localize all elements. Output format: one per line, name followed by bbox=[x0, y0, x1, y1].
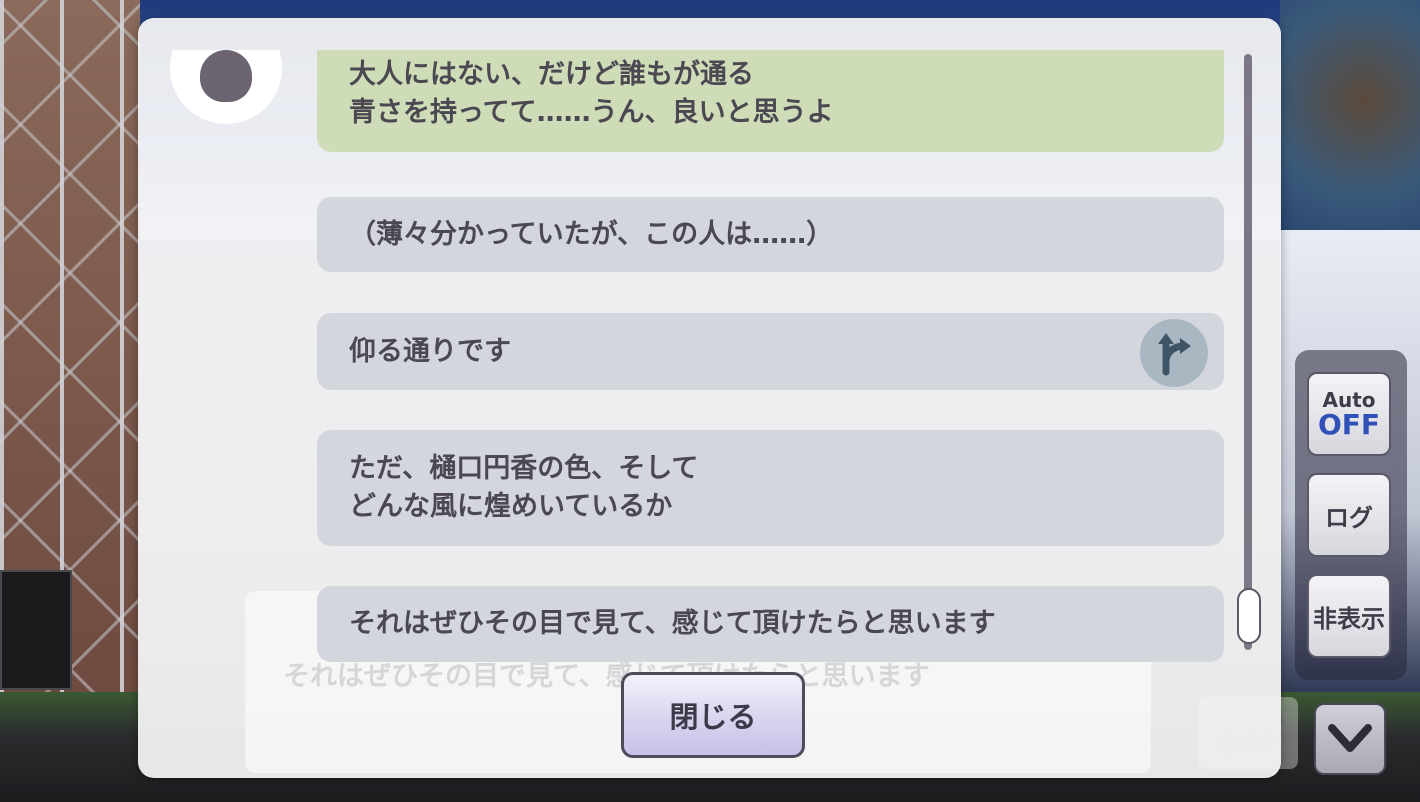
log-entry-speaker: 大人にはない、だけど誰もが通る 青さを持ってて……うん、良いと思うよ bbox=[317, 50, 1224, 152]
log-entry-line: ただ、樋口円香の色、そして どんな風に煌めいているか bbox=[317, 430, 1224, 546]
log-entry-text: （薄々分かっていたが、この人は……） bbox=[349, 218, 834, 250]
scrollbar-thumb[interactable] bbox=[1237, 588, 1261, 644]
auto-button[interactable]: Auto OFF bbox=[1307, 372, 1391, 456]
log-entry-text: それはぜひその目で見て、感じて頂けたらと思います bbox=[349, 608, 996, 639]
speaker-avatar bbox=[170, 50, 282, 124]
close-button[interactable]: 閉じる bbox=[621, 672, 805, 758]
chevron-down-icon bbox=[1328, 724, 1372, 752]
log-entry-choice: 仰る通りです bbox=[317, 313, 1224, 390]
tree bbox=[1280, 0, 1420, 250]
branch-choice-icon bbox=[1140, 319, 1208, 387]
log-viewport[interactable]: 大人にはない、だけど誰もが通る 青さを持ってて……うん、良いと思うよ （薄々分か… bbox=[138, 50, 1281, 678]
log-entry-text: 大人にはない、だけど誰もが通る 青さを持ってて……うん、良いと思うよ bbox=[349, 59, 834, 128]
log-entry-line: それはぜひその目で見て、感じて頂けたらと思います bbox=[317, 586, 1224, 662]
scrollbar-track[interactable] bbox=[1244, 54, 1252, 650]
log-entry-text: 仰る通りです bbox=[349, 335, 511, 367]
log-modal: それはぜひその目で見て、感じて頂けたらと思います 大人にはない、だけど誰もが通る… bbox=[138, 18, 1281, 778]
auto-state: OFF bbox=[1317, 408, 1381, 441]
equipment-case bbox=[0, 570, 72, 690]
log-label: ログ bbox=[1325, 503, 1373, 532]
hide-button[interactable]: 非表示 bbox=[1307, 574, 1391, 658]
log-entry-monologue: （薄々分かっていたが、この人は……） bbox=[317, 197, 1224, 272]
collapse-button[interactable] bbox=[1314, 703, 1386, 775]
log-entry-text: ただ、樋口円香の色、そして どんな風に煌めいているか bbox=[349, 453, 699, 522]
person-silhouette-icon bbox=[200, 50, 252, 102]
log-button[interactable]: ログ bbox=[1307, 473, 1391, 557]
hide-label: 非表示 bbox=[1313, 604, 1385, 633]
